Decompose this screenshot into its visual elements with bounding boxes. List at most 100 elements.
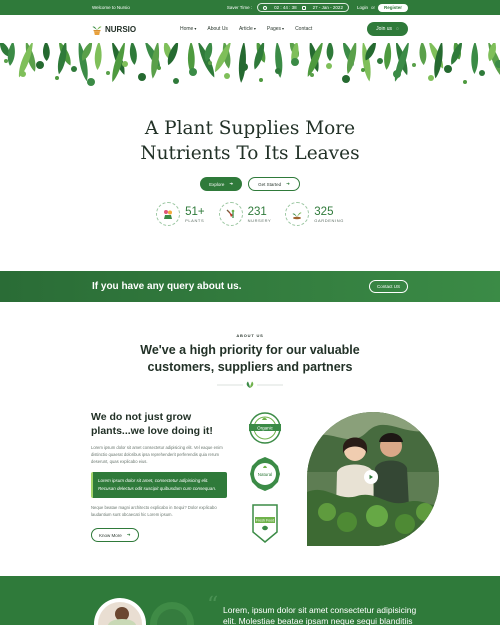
leaf-shape bbox=[463, 80, 467, 84]
quote-mark-icon: “ bbox=[207, 593, 218, 618]
nav-item-pages[interactable]: Pages▾ bbox=[267, 26, 284, 32]
chevron-down-icon: ▾ bbox=[282, 26, 285, 31]
leaf-shape bbox=[310, 73, 314, 77]
about-subheading-line1: We do not just grow bbox=[91, 411, 192, 423]
leaf-shape bbox=[471, 43, 479, 74]
arrow-right-icon: ➜ bbox=[126, 532, 131, 538]
leaf-shape bbox=[7, 43, 15, 66]
main-menu: Home▾ About Us Article▾ Pages▾ Contact bbox=[180, 26, 367, 32]
testimonial-line1: Lorem, ipsum dolor sit amet consectetur … bbox=[223, 605, 417, 615]
stat-value: 231 bbox=[247, 205, 267, 218]
leaf-shape bbox=[122, 61, 128, 67]
chevron-down-icon: ▾ bbox=[253, 26, 256, 31]
leaf-shape bbox=[238, 43, 246, 83]
nav-item-label: Article bbox=[238, 26, 253, 32]
leaf-shape bbox=[55, 76, 59, 80]
logo[interactable]: NURSIO bbox=[92, 24, 180, 35]
hero-title-line1: A Plant Supplies More bbox=[144, 118, 356, 139]
hero-buttons: Explore ➜ Get Started ➜ bbox=[0, 177, 500, 191]
nav-item-label: About Us bbox=[207, 26, 228, 32]
natural-badge-icon: Natural bbox=[250, 457, 280, 491]
about-subheading: We do not just grow plants...we love doi… bbox=[91, 410, 227, 438]
calendar-icon bbox=[301, 5, 306, 10]
query-text: If you have any query about us. bbox=[92, 281, 242, 292]
saver-time-label: Saver Time : bbox=[226, 5, 253, 10]
stat-gardening: 325 GARDENING bbox=[285, 202, 344, 226]
leaf-shape bbox=[4, 59, 8, 63]
about-heading-line2: customers, suppliers and partners bbox=[147, 360, 353, 374]
leaf-shape bbox=[326, 63, 332, 69]
testimonial-text: Lorem, ipsum dolor sit amet consectetur … bbox=[223, 605, 423, 625]
play-icon bbox=[369, 474, 373, 480]
nav-item-label: Contact bbox=[295, 26, 313, 32]
leaf-shape bbox=[307, 43, 323, 77]
certification-badges: Organic Natural Fresh Food bbox=[240, 410, 290, 550]
page: Welcome to Nursio Saver Time : 02 : 44 :… bbox=[0, 0, 500, 625]
leaf-shape bbox=[208, 61, 212, 65]
get-started-button[interactable]: Get Started ➜ bbox=[248, 177, 300, 191]
stat-value: 325 bbox=[314, 205, 334, 218]
register-button[interactable]: Register bbox=[377, 3, 408, 12]
stats-row: 51+ PLANTS 231 NURSERY 325 GARDENING bbox=[0, 202, 500, 226]
arrow-right-icon: ➜ bbox=[229, 181, 234, 186]
nav-item-article[interactable]: Article▾ bbox=[239, 26, 256, 32]
leaf-shape bbox=[444, 65, 452, 73]
leaf-shape bbox=[342, 75, 350, 83]
nav-item-about[interactable]: About Us bbox=[207, 26, 228, 32]
leaf-shape bbox=[412, 63, 416, 67]
about-paragraph-2: Neque beatae magni architecto explicabo … bbox=[91, 504, 217, 517]
leaves-decoration bbox=[0, 43, 500, 86]
about-heading: We've a high priority for our valuable c… bbox=[0, 342, 500, 376]
leaf-shape bbox=[43, 43, 50, 61]
leaf-shape bbox=[20, 71, 26, 77]
nav-item-label: Pages bbox=[266, 26, 282, 32]
leaf-shape bbox=[291, 58, 299, 66]
about-paragraph-1: Lorem ipsum dolor sit amet consectetur a… bbox=[91, 445, 223, 465]
stat-label: PLANTS bbox=[185, 217, 205, 223]
leaf-shape bbox=[479, 70, 485, 76]
explore-label: Explore bbox=[209, 181, 225, 187]
leaf-shape bbox=[71, 66, 77, 72]
leaf-divider-icon bbox=[217, 381, 283, 388]
know-more-label: Know More bbox=[99, 532, 122, 538]
join-us-button[interactable]: Join us ◌ bbox=[367, 22, 408, 36]
leaf-shape bbox=[384, 43, 392, 70]
query-banner: If you have any query about us. Contact … bbox=[0, 271, 500, 302]
leaf-shape bbox=[259, 78, 263, 82]
clock-icon bbox=[263, 5, 268, 10]
leaf-shape bbox=[138, 73, 146, 81]
login-link[interactable]: Login bbox=[357, 5, 368, 10]
leaf-shape bbox=[240, 63, 248, 71]
leaf-shape bbox=[377, 58, 383, 64]
testimonial-section: “ Lorem, ipsum dolor sit amet consectetu… bbox=[0, 576, 500, 625]
explore-button[interactable]: Explore ➜ bbox=[200, 177, 243, 191]
leaf-shape bbox=[87, 78, 95, 86]
testimonial-line2: elit. Molestiae beatae ipsam neque sequi… bbox=[223, 616, 413, 625]
leaf-shape bbox=[94, 43, 102, 70]
leaf-shape bbox=[419, 43, 427, 65]
arrow-right-icon: ➜ bbox=[286, 181, 290, 186]
hero-title: A Plant Supplies More Nutrients To Its L… bbox=[0, 116, 500, 166]
nav-item-home[interactable]: Home▾ bbox=[180, 26, 196, 32]
hero-title-line2: Nutrients To Its Leaves bbox=[140, 143, 360, 164]
play-video-button[interactable] bbox=[364, 470, 378, 484]
leaf-shape bbox=[36, 61, 44, 69]
leaf-shape bbox=[189, 68, 197, 76]
welcome-text: Welcome to Nursio bbox=[92, 5, 130, 10]
leaf-shape bbox=[106, 71, 110, 75]
leaf-shape bbox=[361, 68, 365, 72]
timer-value: 02 : 44 : 38 bbox=[274, 5, 297, 10]
leaf-shape bbox=[129, 43, 137, 65]
badge-organic-text: Organic bbox=[257, 426, 274, 431]
contact-us-button[interactable]: Contact US bbox=[368, 280, 408, 293]
badge-fresh-food-text: Fresh Food bbox=[256, 519, 274, 523]
top-bar: Welcome to Nursio Saver Time : 02 : 44 :… bbox=[0, 0, 500, 15]
stat-nursery: 231 NURSERY bbox=[218, 202, 272, 226]
leaf-shape bbox=[393, 70, 401, 78]
know-more-button[interactable]: Know More ➜ bbox=[91, 528, 139, 543]
leaf-shape bbox=[326, 43, 334, 61]
nav-item-contact[interactable]: Contact bbox=[295, 26, 312, 32]
leaf-shape bbox=[275, 68, 281, 74]
date-value: 27 - Jan - 2022 bbox=[312, 5, 343, 10]
leaf-shape bbox=[224, 73, 230, 79]
